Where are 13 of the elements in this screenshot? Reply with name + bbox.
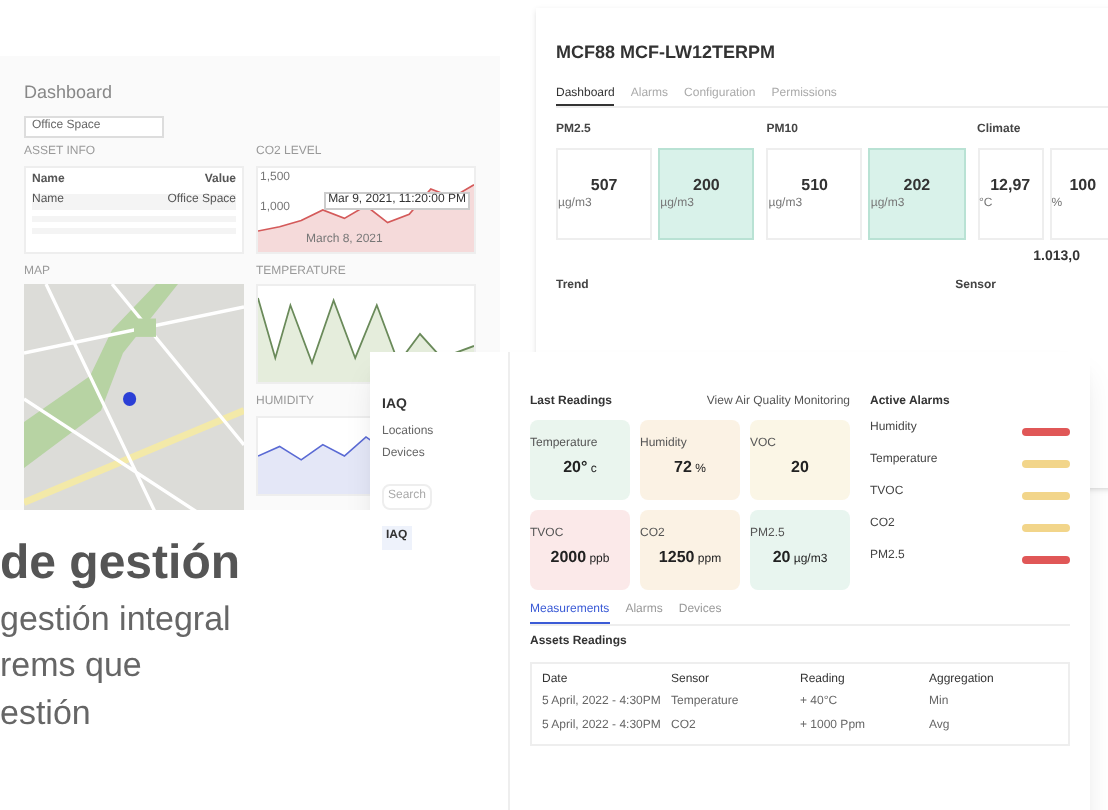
metric-value: 510 <box>801 173 828 197</box>
page-title: Dashboard <box>24 80 115 106</box>
reading-value: 20 <box>791 456 809 481</box>
metric-value: 202 <box>903 173 931 197</box>
metric-value: 12,97 <box>990 173 1031 197</box>
metric-value: 100 <box>1069 173 1097 198</box>
promo-text: rems que <box>0 644 144 687</box>
promo-text: estión <box>0 691 93 734</box>
device-title: MCF88 MCF-LW12TERPM <box>556 40 778 66</box>
metric-value: 507 <box>590 173 618 197</box>
promo-text: gestión integral <box>0 598 233 641</box>
promo-heading: de gestión <box>0 534 243 594</box>
metric-value: 200 <box>693 173 720 197</box>
